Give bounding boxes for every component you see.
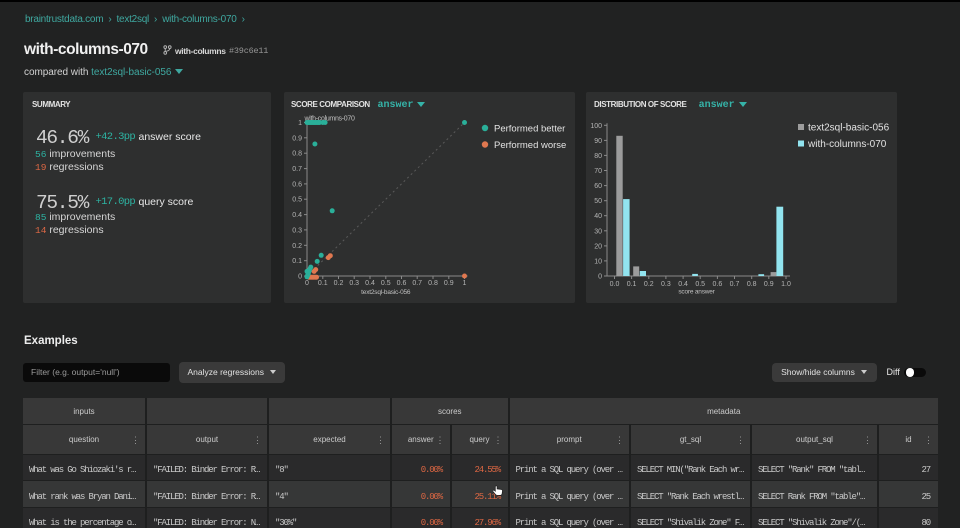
svg-text:0.6: 0.6 (292, 181, 302, 188)
svg-text:0.4: 0.4 (365, 280, 375, 287)
svg-text:0.2: 0.2 (334, 280, 344, 287)
svg-text:0.1: 0.1 (292, 258, 302, 265)
svg-text:0.2: 0.2 (644, 281, 654, 288)
svg-text:1.0: 1.0 (781, 281, 791, 288)
svg-text:0.0: 0.0 (610, 281, 620, 288)
svg-text:1: 1 (463, 280, 467, 287)
svg-text:80: 80 (594, 153, 602, 160)
svg-text:0.8: 0.8 (428, 280, 438, 287)
svg-text:0.5: 0.5 (381, 280, 391, 287)
svg-text:50: 50 (594, 198, 602, 205)
svg-text:90: 90 (594, 138, 602, 145)
svg-text:0.2: 0.2 (292, 243, 302, 250)
svg-text:0.3: 0.3 (661, 281, 671, 288)
svg-text:0.1: 0.1 (318, 280, 328, 287)
svg-text:70: 70 (594, 168, 602, 175)
svg-text:with-columns-070: with-columns-070 (807, 139, 887, 150)
svg-text:30: 30 (594, 228, 602, 235)
svg-text:0.4: 0.4 (678, 281, 688, 288)
svg-text:0: 0 (598, 274, 602, 281)
svg-text:Performed worse: Performed worse (494, 140, 566, 151)
svg-text:text2sql-basic-056: text2sql-basic-056 (808, 123, 890, 134)
svg-text:text2sql-basic-056: text2sql-basic-056 (361, 289, 411, 296)
svg-text:0: 0 (298, 274, 302, 281)
svg-text:0.9: 0.9 (764, 281, 774, 288)
svg-text:0.7: 0.7 (292, 166, 302, 173)
svg-text:0.5: 0.5 (695, 281, 705, 288)
svg-text:100: 100 (590, 123, 602, 130)
svg-text:0.3: 0.3 (349, 280, 359, 287)
svg-text:Performed better: Performed better (494, 124, 565, 135)
svg-text:0.9: 0.9 (444, 280, 454, 287)
svg-text:10: 10 (594, 258, 602, 265)
svg-text:0.6: 0.6 (713, 281, 723, 288)
svg-text:score answer: score answer (678, 289, 715, 296)
svg-text:0.8: 0.8 (747, 281, 757, 288)
svg-text:0.7: 0.7 (412, 280, 422, 287)
svg-text:0.7: 0.7 (730, 281, 740, 288)
svg-text:0: 0 (305, 280, 309, 287)
svg-text:20: 20 (594, 243, 602, 250)
svg-text:0.9: 0.9 (292, 135, 302, 142)
svg-text:40: 40 (594, 213, 602, 220)
svg-text:0.3: 0.3 (292, 227, 302, 234)
svg-text:0.5: 0.5 (292, 197, 302, 204)
svg-text:1: 1 (298, 120, 302, 127)
svg-text:60: 60 (594, 183, 602, 190)
svg-text:0.6: 0.6 (397, 280, 407, 287)
svg-text:0.4: 0.4 (292, 212, 302, 219)
svg-text:0.1: 0.1 (627, 281, 637, 288)
svg-text:0.8: 0.8 (292, 151, 302, 158)
